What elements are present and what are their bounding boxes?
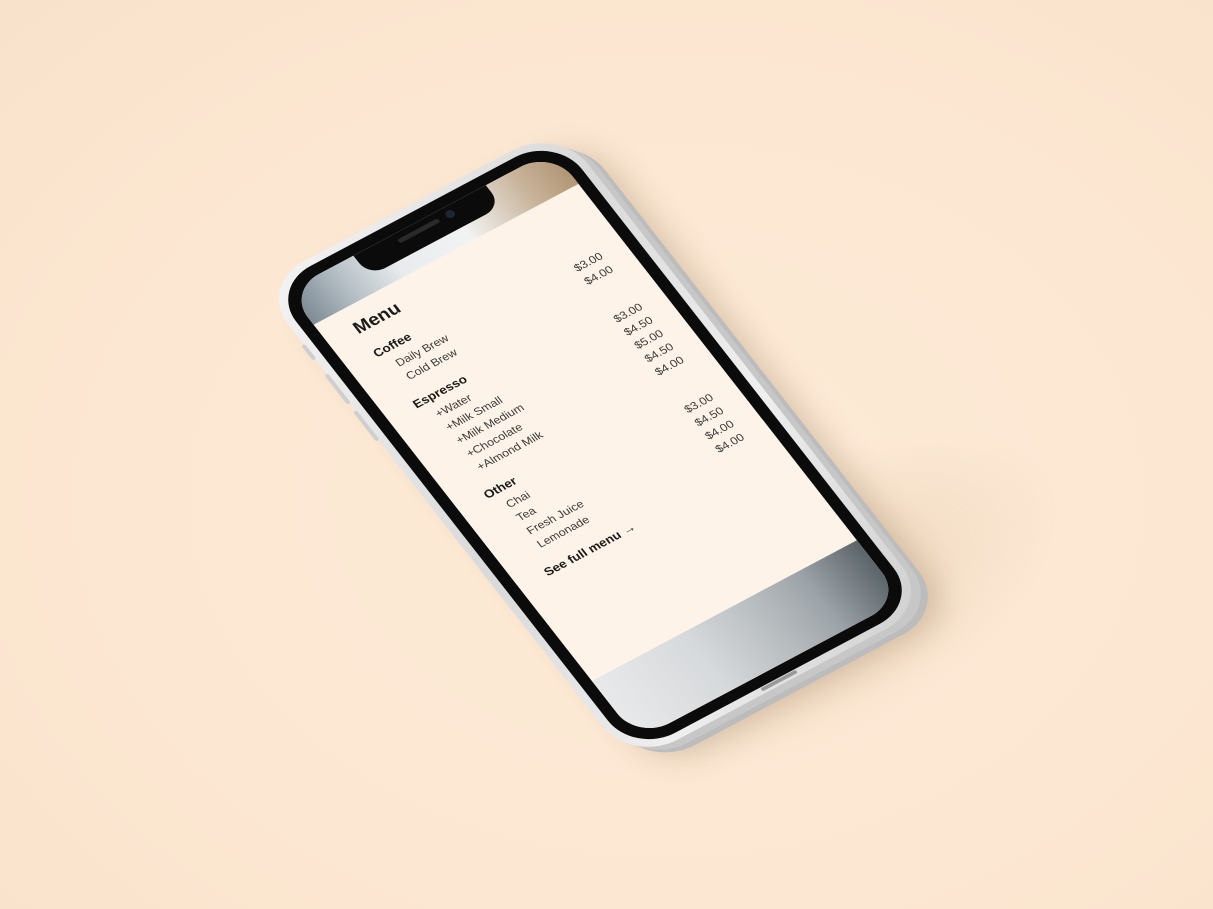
silent-switch — [301, 343, 317, 361]
background: Menu Coffee Daily Brew $3.00 Cold Brew $… — [0, 0, 1213, 909]
front-camera-icon — [443, 208, 457, 220]
phone-screen: Menu Coffee Daily Brew $3.00 Cold Brew $… — [287, 150, 903, 740]
speaker-grille — [397, 218, 441, 244]
phone-bezel: Menu Coffee Daily Brew $3.00 Cold Brew $… — [269, 135, 921, 755]
